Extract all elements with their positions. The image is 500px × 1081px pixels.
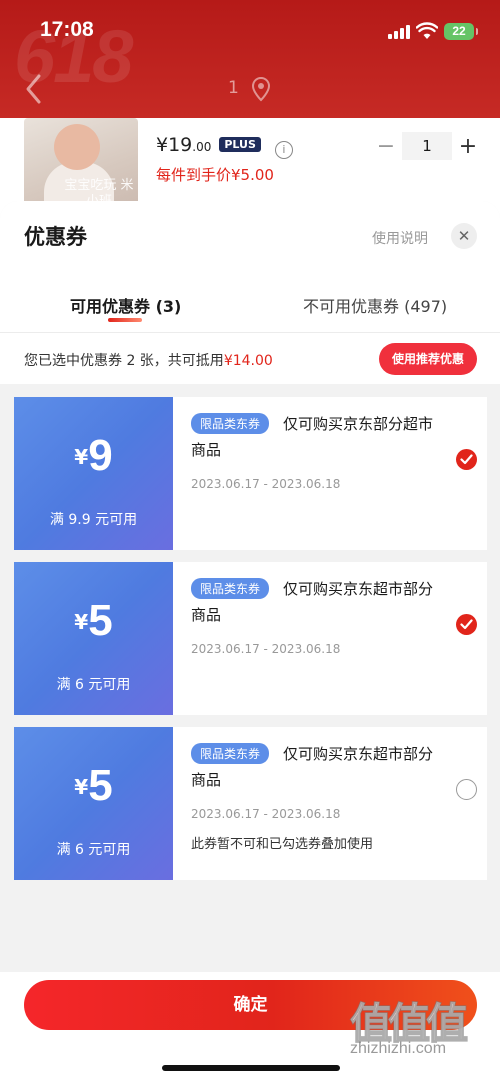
coupon-list: ¥9 满 9.9 元可用 仅可购买京东部分超市商品 限品类东券 2023.06.… (11, 397, 487, 892)
location-pin-icon[interactable] (250, 76, 272, 102)
battery-icon: 22 (444, 23, 478, 40)
decrease-button[interactable]: − (374, 134, 398, 159)
summary-text: 您已选中优惠券 2 张，共可抵用 (24, 353, 224, 369)
tab-available-coupons[interactable]: 可用优惠券 (3) (70, 293, 181, 317)
coupon-stacking-note: 此券暂不可和已勾选券叠加使用 (191, 837, 374, 852)
coupon-amount: ¥5 (14, 761, 173, 811)
battery-level: 22 (452, 24, 466, 38)
summary-amount: ¥14.00 (223, 353, 273, 369)
quantity-stepper: − 1 + (374, 132, 480, 160)
coupon-detail: 仅可购买京东超市部分商品 限品类东券 2023.06.17 - 2023.06.… (173, 727, 487, 880)
sheet-title: 优惠券 (24, 225, 87, 249)
coupon-validity: 2023.06.17 - 2023.06.18 (191, 642, 341, 656)
coupon-amount-value: 5 (88, 596, 113, 645)
cellular-signal-icon (388, 25, 410, 39)
coupon-checkbox-unchecked-icon[interactable] (456, 779, 477, 800)
coupon-validity: 2023.06.17 - 2023.06.18 (191, 807, 341, 821)
close-icon[interactable]: ✕ (451, 223, 477, 249)
selection-summary: 您已选中优惠券 2 张，共可抵用¥14.00 (24, 350, 273, 370)
page-count: 1 (228, 78, 239, 98)
coupon-sheet: 优惠券 使用说明 ✕ 可用优惠券 (3) 不可用优惠券 (497) 您已选中优惠… (0, 201, 500, 1081)
coupon-card[interactable]: ¥5 满 6 元可用 仅可购买京东超市部分商品 限品类东券 2023.06.17… (11, 562, 487, 715)
coupon-type-tag: 限品类东券 (191, 743, 270, 764)
unit-price: 每件到手价¥5.00 (156, 166, 274, 184)
increase-button[interactable]: + (456, 134, 480, 159)
coupon-sheet-header: 优惠券 使用说明 ✕ 可用优惠券 (3) 不可用优惠券 (497) 您已选中优惠… (0, 201, 500, 384)
coupon-condition: 满 6 元可用 (56, 842, 131, 858)
coupon-amount-value: 5 (88, 761, 113, 810)
coupon-card[interactable]: ¥5 满 6 元可用 仅可购买京东超市部分商品 限品类东券 2023.06.17… (11, 727, 487, 880)
product-price-row: ¥19.00 PLUS i (156, 134, 293, 159)
bottom-action-bar: 确定 (0, 972, 500, 1081)
currency-symbol: ¥ (74, 775, 89, 799)
coupon-card[interactable]: ¥9 满 9.9 元可用 仅可购买京东部分超市商品 限品类东券 2023.06.… (11, 397, 487, 550)
plus-badge: PLUS (219, 137, 261, 152)
wifi-icon (416, 22, 438, 39)
coupon-value-panel: ¥5 满 6 元可用 (11, 562, 173, 715)
coupon-type-tag: 限品类东券 (191, 578, 270, 599)
coupon-checkbox-checked-icon[interactable] (456, 614, 477, 635)
back-arrow-icon[interactable] (22, 72, 46, 106)
divider (0, 332, 500, 333)
status-bar: 17:08 22 (0, 0, 500, 62)
confirm-button[interactable]: 确定 (24, 980, 477, 1030)
coupon-amount-value: 9 (88, 431, 113, 480)
currency-symbol: ¥ (74, 610, 89, 634)
coupon-condition: 满 9.9 元可用 (49, 512, 138, 528)
currency-symbol: ¥ (74, 445, 89, 469)
home-indicator (162, 1065, 340, 1071)
coupon-detail: 仅可购买京东超市部分商品 限品类东券 2023.06.17 - 2023.06.… (173, 562, 487, 715)
coupon-amount: ¥9 (14, 431, 173, 481)
coupon-value-panel: ¥5 满 6 元可用 (11, 727, 173, 880)
coupon-checkbox-checked-icon[interactable] (456, 449, 477, 470)
coupon-type-tag: 限品类东券 (191, 413, 270, 434)
product-photo-head (54, 124, 100, 170)
active-tab-indicator (108, 318, 142, 322)
price-decimal: .00 (192, 140, 212, 154)
usage-instructions-link[interactable]: 使用说明 (372, 228, 428, 248)
product-price: ¥19.00 (156, 134, 211, 156)
coupon-condition: 满 6 元可用 (56, 677, 131, 693)
use-recommended-button[interactable]: 使用推荐优惠 (379, 343, 477, 375)
coupon-validity: 2023.06.17 - 2023.06.18 (191, 477, 341, 491)
status-time: 17:08 (40, 18, 94, 41)
price-main: ¥19 (156, 134, 193, 156)
tab-unavailable-coupons[interactable]: 不可用优惠券 (497) (303, 293, 447, 317)
page-header: 618 17:08 22 1 (0, 0, 500, 118)
coupon-detail: 仅可购买京东部分超市商品 限品类东券 2023.06.17 - 2023.06.… (173, 397, 487, 550)
coupon-value-panel: ¥9 满 9.9 元可用 (11, 397, 173, 550)
quantity-value[interactable]: 1 (402, 132, 452, 160)
info-icon[interactable]: i (274, 141, 293, 159)
coupon-amount: ¥5 (14, 596, 173, 646)
